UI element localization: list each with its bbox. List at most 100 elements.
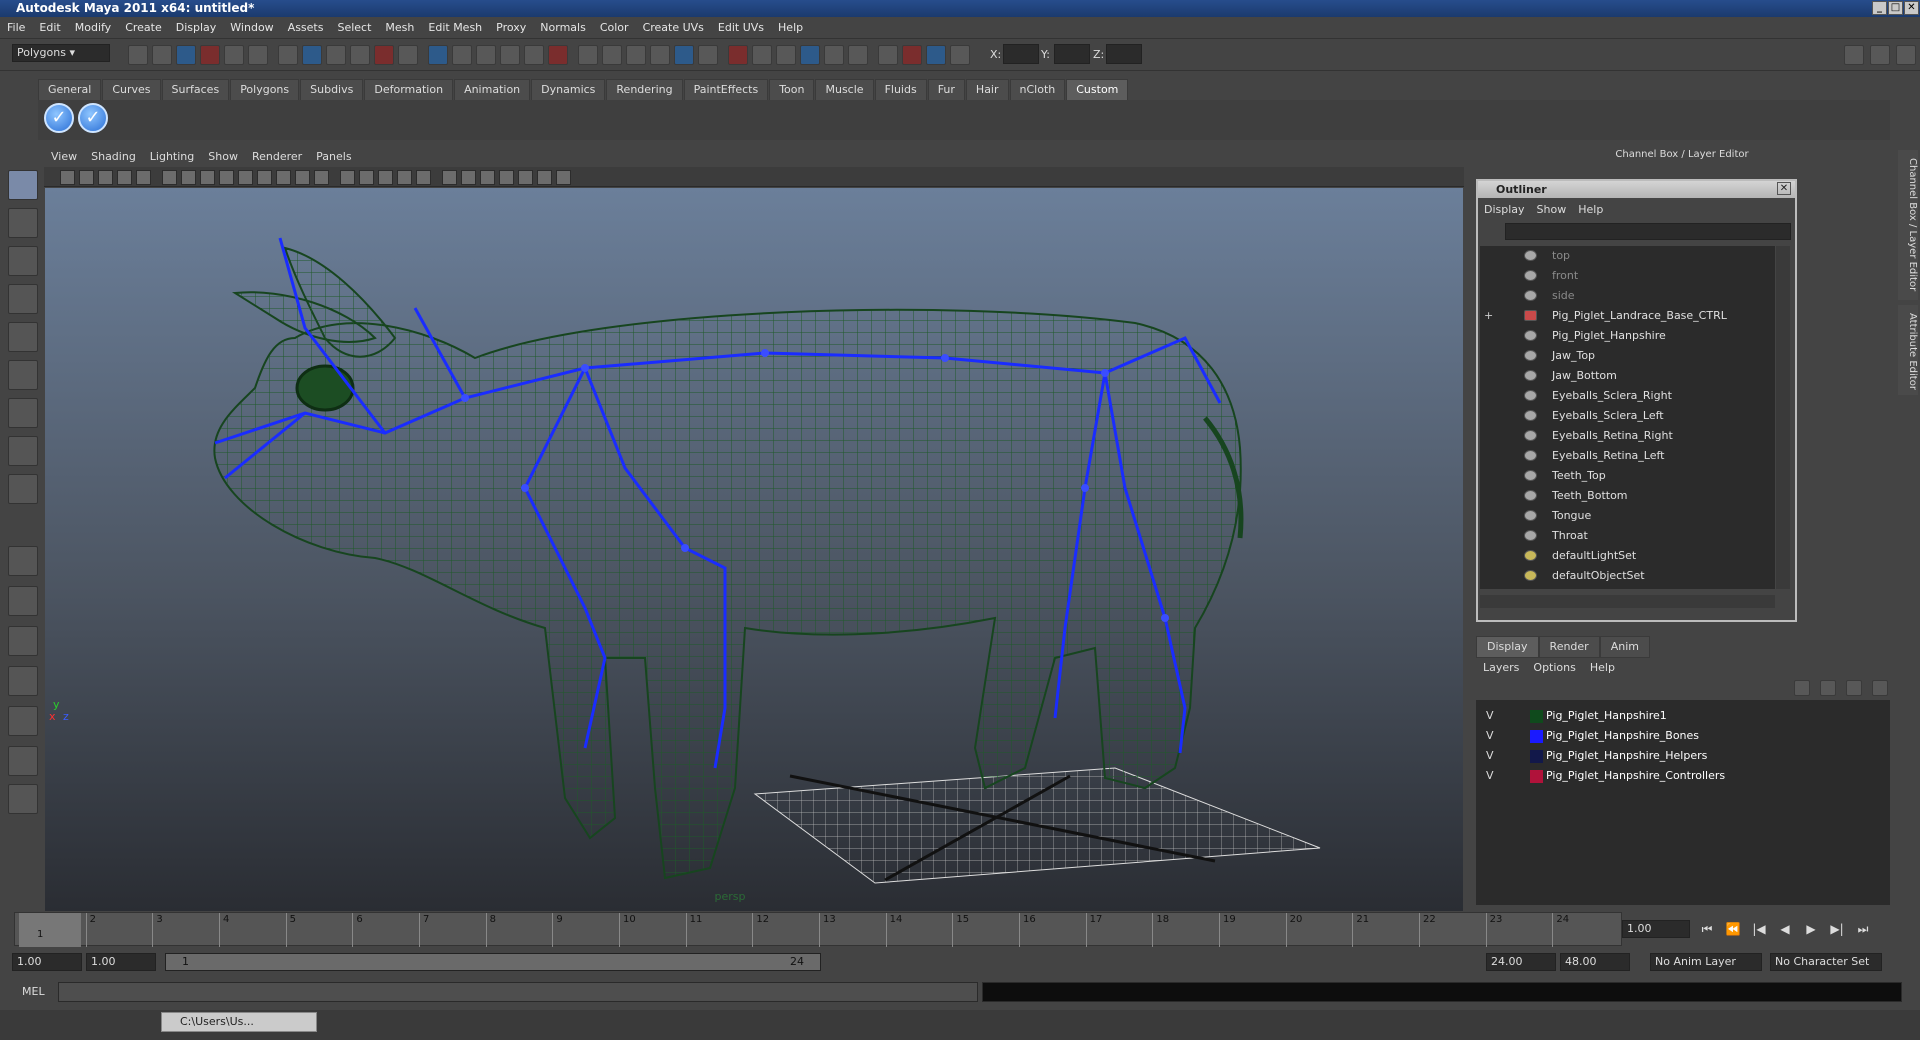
range-inner-start-field[interactable]: 1.00 xyxy=(86,953,156,971)
viewport-menu-lighting[interactable]: Lighting xyxy=(143,147,201,167)
tool-icon[interactable] xyxy=(8,436,38,466)
layer-tab-anim[interactable]: Anim xyxy=(1599,636,1650,658)
range-end-field[interactable]: 48.00 xyxy=(1560,953,1630,971)
check-icon[interactable]: ✓ xyxy=(78,103,108,133)
channel-box-side-tab[interactable]: Channel Box / Layer Editor xyxy=(1898,150,1918,300)
menu-window[interactable]: Window xyxy=(223,17,280,39)
status-tool-icon[interactable] xyxy=(176,45,196,65)
menu-select[interactable]: Select xyxy=(330,17,378,39)
shelf-tab-toon[interactable]: Toon xyxy=(769,79,815,101)
go-to-start-icon[interactable]: ⏮ xyxy=(1696,920,1718,938)
outliner-item[interactable]: Eyeballs_Sclera_Right xyxy=(1480,386,1775,406)
go-to-end-icon[interactable]: ⏭ xyxy=(1852,920,1874,938)
viewport-tool-icon[interactable] xyxy=(219,170,234,185)
mel-input[interactable] xyxy=(58,982,978,1002)
tool-icon[interactable] xyxy=(8,546,38,576)
tool-icon[interactable] xyxy=(8,208,38,238)
layer-color-swatch[interactable] xyxy=(1530,750,1543,763)
x-field[interactable] xyxy=(1003,44,1039,64)
outliner-menu-display[interactable]: Display xyxy=(1478,200,1531,220)
status-tool-icon[interactable] xyxy=(548,45,568,65)
status-tool-icon[interactable] xyxy=(500,45,520,65)
outliner-item[interactable]: Eyeballs_Retina_Right xyxy=(1480,426,1775,446)
viewport-tool-icon[interactable] xyxy=(117,170,132,185)
layer-action-icon[interactable] xyxy=(1820,680,1836,696)
viewport-menu-shading[interactable]: Shading xyxy=(84,147,143,167)
menu-help[interactable]: Help xyxy=(771,17,810,39)
status-tool-icon[interactable] xyxy=(848,45,868,65)
status-tool-icon[interactable] xyxy=(902,45,922,65)
menu-proxy[interactable]: Proxy xyxy=(489,17,533,39)
status-tool-icon[interactable] xyxy=(350,45,370,65)
viewport-tool-icon[interactable] xyxy=(295,170,310,185)
play-backward-icon[interactable]: ◀ xyxy=(1774,920,1796,938)
shelf-tab-dynamics[interactable]: Dynamics xyxy=(531,79,606,101)
range-inner-end-field[interactable]: 24.00 xyxy=(1486,953,1556,971)
viewport-tool-icon[interactable] xyxy=(60,170,75,185)
outliner-item[interactable]: Teeth_Top xyxy=(1480,466,1775,486)
step-forward-key-icon[interactable]: ▶| xyxy=(1826,920,1848,938)
layer-row[interactable]: V Pig_Piglet_Hanpshire_Controllers xyxy=(1476,766,1890,786)
range-start-field[interactable]: 1.00 xyxy=(12,953,82,971)
expand-icon[interactable]: + xyxy=(1484,306,1493,326)
status-tool-icon[interactable] xyxy=(824,45,844,65)
tool-icon[interactable] xyxy=(8,246,38,276)
layer-tab-render[interactable]: Render xyxy=(1538,636,1600,658)
character-set-select[interactable]: No Character Set xyxy=(1770,953,1882,971)
status-tool-icon[interactable] xyxy=(326,45,346,65)
status-tool-icon[interactable] xyxy=(926,45,946,65)
menu-edit[interactable]: Edit xyxy=(32,17,67,39)
status-tool-icon[interactable] xyxy=(224,45,244,65)
viewport-tool-icon[interactable] xyxy=(416,170,431,185)
outliner-item[interactable]: front xyxy=(1480,266,1775,286)
status-tool-icon[interactable] xyxy=(200,45,220,65)
viewport-tool-icon[interactable] xyxy=(537,170,552,185)
tool-icon[interactable] xyxy=(8,666,38,696)
status-tool-icon[interactable] xyxy=(278,45,298,65)
status-tool-icon[interactable] xyxy=(626,45,646,65)
shelf-tab-rendering[interactable]: Rendering xyxy=(606,79,683,101)
outliner-item[interactable]: Eyeballs_Sclera_Left xyxy=(1480,406,1775,426)
layer-action-icon[interactable] xyxy=(1872,680,1888,696)
tool-icon[interactable] xyxy=(8,360,38,390)
layer-color-swatch[interactable] xyxy=(1530,770,1543,783)
layer-action-icon[interactable] xyxy=(1794,680,1810,696)
viewport-tool-icon[interactable] xyxy=(518,170,533,185)
outliner-hscrollbar[interactable] xyxy=(1480,595,1775,608)
outliner-menu-show[interactable]: Show xyxy=(1531,200,1573,220)
maximize-button[interactable]: □ xyxy=(1888,1,1903,15)
menu-normals[interactable]: Normals xyxy=(533,17,593,39)
status-tool-icon[interactable] xyxy=(674,45,694,65)
viewport-menu-panels[interactable]: Panels xyxy=(309,147,358,167)
outliner-menu-help[interactable]: Help xyxy=(1572,200,1609,220)
layer-visibility-toggle[interactable]: V xyxy=(1486,766,1500,786)
layer-menu-layers[interactable]: Layers xyxy=(1476,658,1526,678)
layer-action-icon[interactable] xyxy=(1846,680,1862,696)
layer-visibility-toggle[interactable]: V xyxy=(1486,746,1500,766)
perspective-viewport[interactable]: y x z persp xyxy=(45,188,1463,911)
current-frame-field[interactable]: 1.00 xyxy=(1622,920,1690,938)
outliner-item[interactable]: Jaw_Bottom xyxy=(1480,366,1775,386)
shelf-tab-custom[interactable]: Custom xyxy=(1066,79,1129,101)
viewport-tool-icon[interactable] xyxy=(499,170,514,185)
layer-row[interactable]: V Pig_Piglet_Hanpshire_Bones xyxy=(1476,726,1890,746)
shelf-tab-deformation[interactable]: Deformation xyxy=(364,79,454,101)
layer-row[interactable]: V Pig_Piglet_Hanpshire_Helpers xyxy=(1476,746,1890,766)
status-tool-icon[interactable] xyxy=(302,45,322,65)
shelf-tab-painteffects[interactable]: PaintEffects xyxy=(683,79,769,101)
viewport-tool-icon[interactable] xyxy=(98,170,113,185)
viewport-tool-icon[interactable] xyxy=(556,170,571,185)
shelf-tab-curves[interactable]: Curves xyxy=(102,79,161,101)
viewport-tool-icon[interactable] xyxy=(200,170,215,185)
status-tool-icon[interactable] xyxy=(728,45,748,65)
status-tool-icon[interactable] xyxy=(452,45,472,65)
shelf-tab-polygons[interactable]: Polygons xyxy=(230,79,300,101)
menu-set-select[interactable]: Polygons ▾ xyxy=(12,44,110,62)
outliner-item[interactable]: Jaw_Top xyxy=(1480,346,1775,366)
status-tool-icon[interactable] xyxy=(152,45,172,65)
outliner-item[interactable]: Tongue xyxy=(1480,506,1775,526)
status-tool-icon[interactable] xyxy=(950,45,970,65)
layer-visibility-toggle[interactable]: V xyxy=(1486,726,1500,746)
viewport-menu-show[interactable]: Show xyxy=(201,147,245,167)
viewport-tool-icon[interactable] xyxy=(461,170,476,185)
